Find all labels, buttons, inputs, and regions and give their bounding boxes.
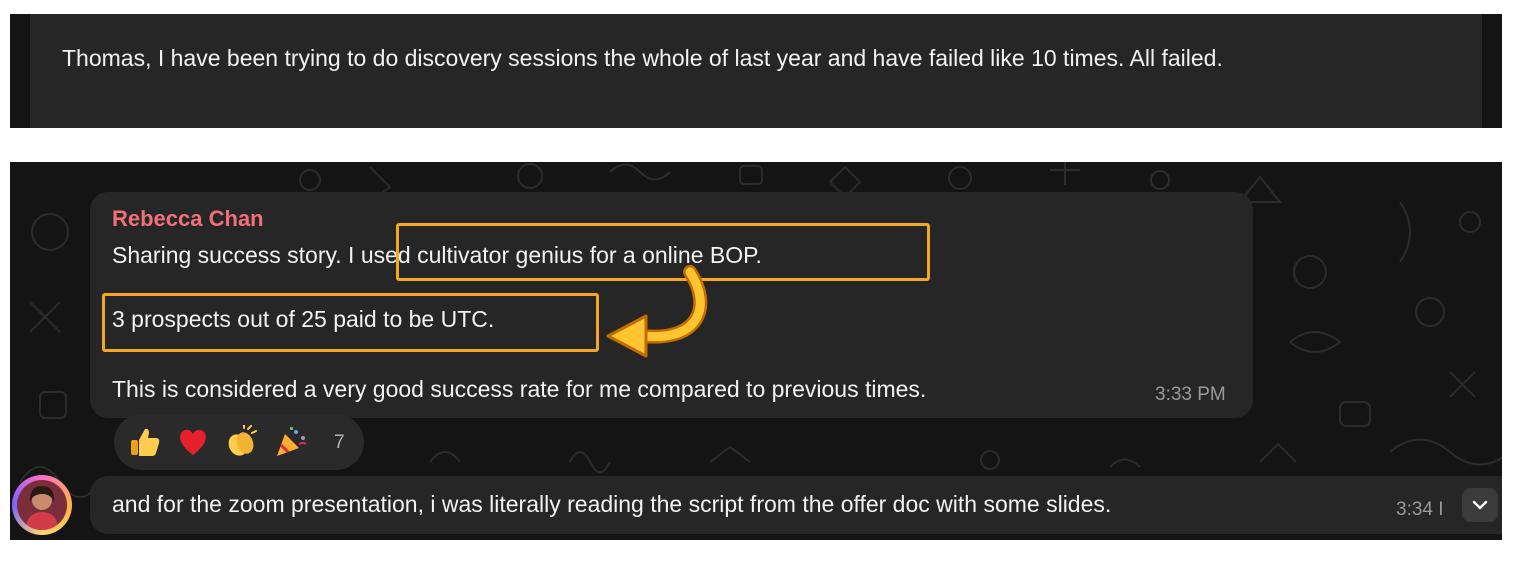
- reaction-count: 7: [334, 432, 345, 453]
- reactions-bar[interactable]: 7: [114, 414, 364, 470]
- message-bubble-zoom[interactable]: and for the zoom presentation, i was lit…: [90, 476, 1502, 534]
- chat-panel-top: Thomas, I have been trying to do discove…: [10, 14, 1502, 128]
- highlight-box-prospects: [102, 293, 599, 352]
- message-text: and for the zoom presentation, i was lit…: [112, 491, 1112, 517]
- curved-arrow-annotation: [606, 265, 708, 358]
- message-text: Thomas, I have been trying to do discove…: [62, 45, 1223, 71]
- sender-name[interactable]: Rebecca Chan: [112, 206, 264, 232]
- avatar-photo: [17, 480, 67, 530]
- avatar[interactable]: [12, 475, 72, 535]
- scroll-to-bottom-button[interactable]: [1462, 488, 1498, 522]
- message-line-3: This is considered a very good success r…: [112, 376, 927, 402]
- clapping-hands-icon[interactable]: [224, 425, 258, 459]
- party-popper-icon[interactable]: [274, 425, 308, 459]
- red-heart-icon[interactable]: [176, 425, 210, 459]
- message-bubble-thomas-reply[interactable]: Thomas, I have been trying to do discove…: [30, 14, 1482, 128]
- message-timestamp: 3:34 I: [1396, 499, 1444, 520]
- chat-panel-bottom: Rebecca Chan Sharing success story. I us…: [10, 162, 1502, 540]
- message-timestamp: 3:33 PM: [1155, 384, 1226, 405]
- thumbs-up-icon[interactable]: [128, 425, 162, 459]
- chevron-down-icon: [1472, 500, 1488, 510]
